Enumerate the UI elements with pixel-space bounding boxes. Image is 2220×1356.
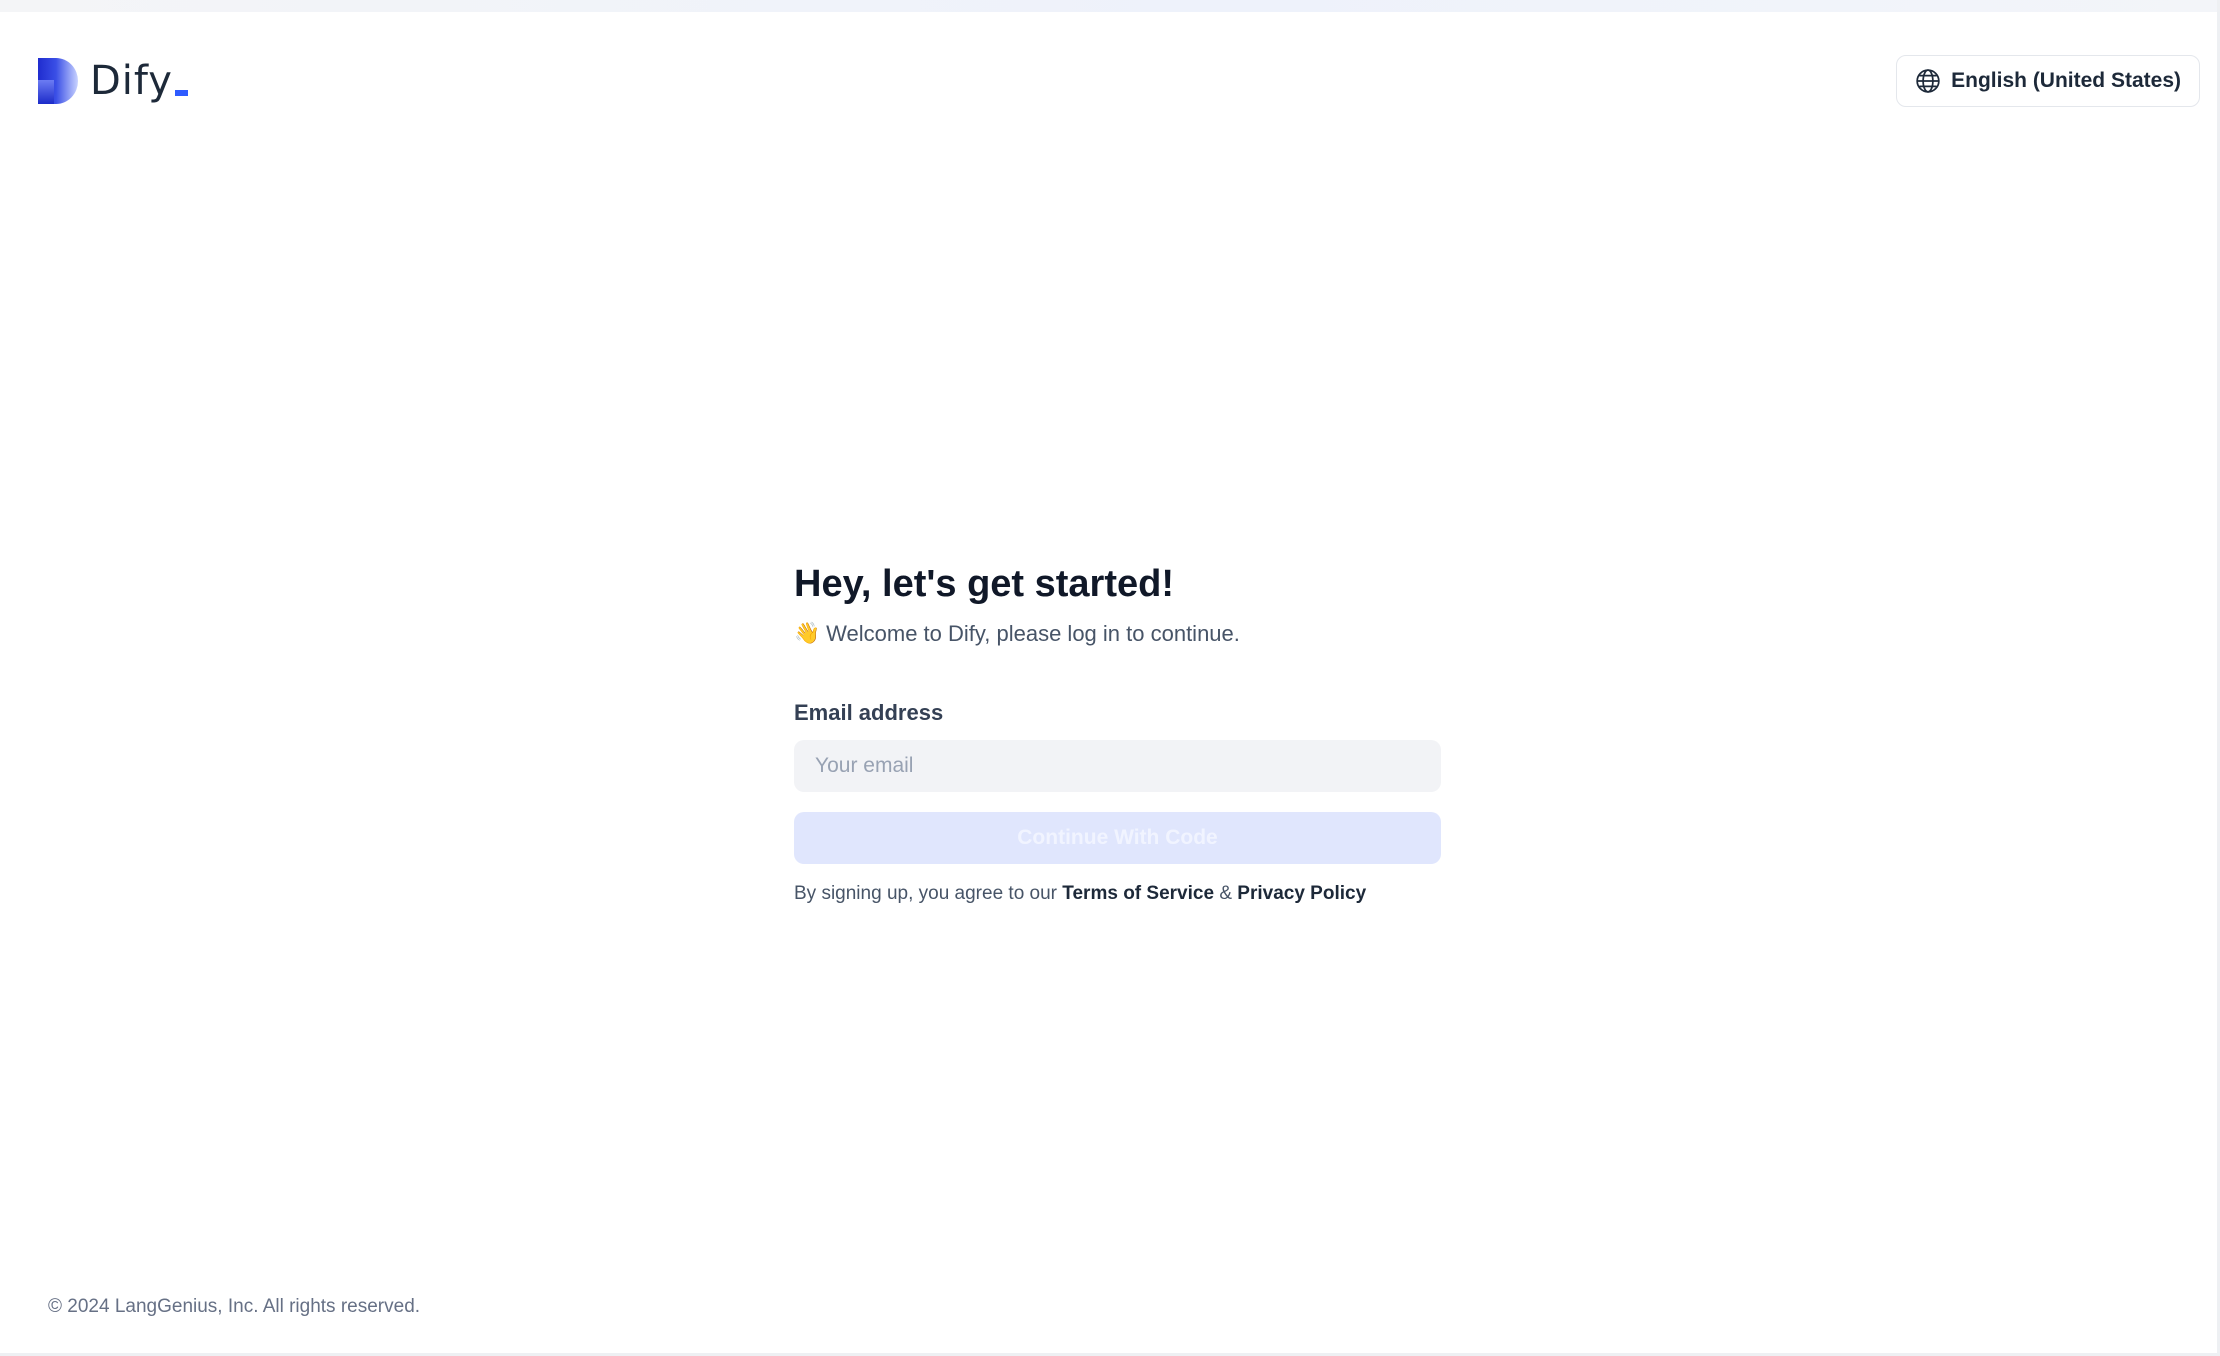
continue-with-code-button[interactable]: Continue With Code (794, 812, 1441, 864)
top-gradient-bar (0, 0, 2220, 12)
email-label: Email address (794, 700, 944, 725)
terms-joiner: & (1219, 883, 1232, 904)
terms-of-service-link[interactable]: Terms of Service (1062, 883, 1214, 904)
waving-hand-icon: 👋 (794, 622, 821, 645)
page-title: Hey, let's get started! (794, 563, 1174, 605)
dify-logo-mark-icon (38, 58, 78, 104)
terms-prefix: By signing up, you agree to our (794, 883, 1058, 904)
dify-logo-text: Dify (90, 58, 188, 104)
privacy-policy-link[interactable]: Privacy Policy (1237, 883, 1366, 904)
login-card: Hey, let's get started! 👋 Welcome to Dif… (794, 560, 1441, 908)
welcome-subtitle: 👋 Welcome to Dify, please log in to cont… (794, 618, 1441, 650)
language-selector-button[interactable]: English (United States) (1896, 55, 2200, 107)
globe-icon (1916, 69, 1940, 93)
language-label: English (United States) (1951, 69, 2181, 92)
logo-accent-dot (174, 90, 188, 96)
login-page: Dify English (United States) Hey, let's … (0, 0, 2220, 1356)
terms-notice: By signing up, you agree to our Terms of… (794, 880, 1441, 908)
dify-logo[interactable]: Dify (38, 58, 188, 104)
email-input[interactable] (794, 740, 1441, 792)
copyright-footer: © 2024 LangGenius, Inc. All rights reser… (48, 1296, 421, 1317)
welcome-text: Welcome to Dify, please log in to contin… (826, 621, 1240, 646)
